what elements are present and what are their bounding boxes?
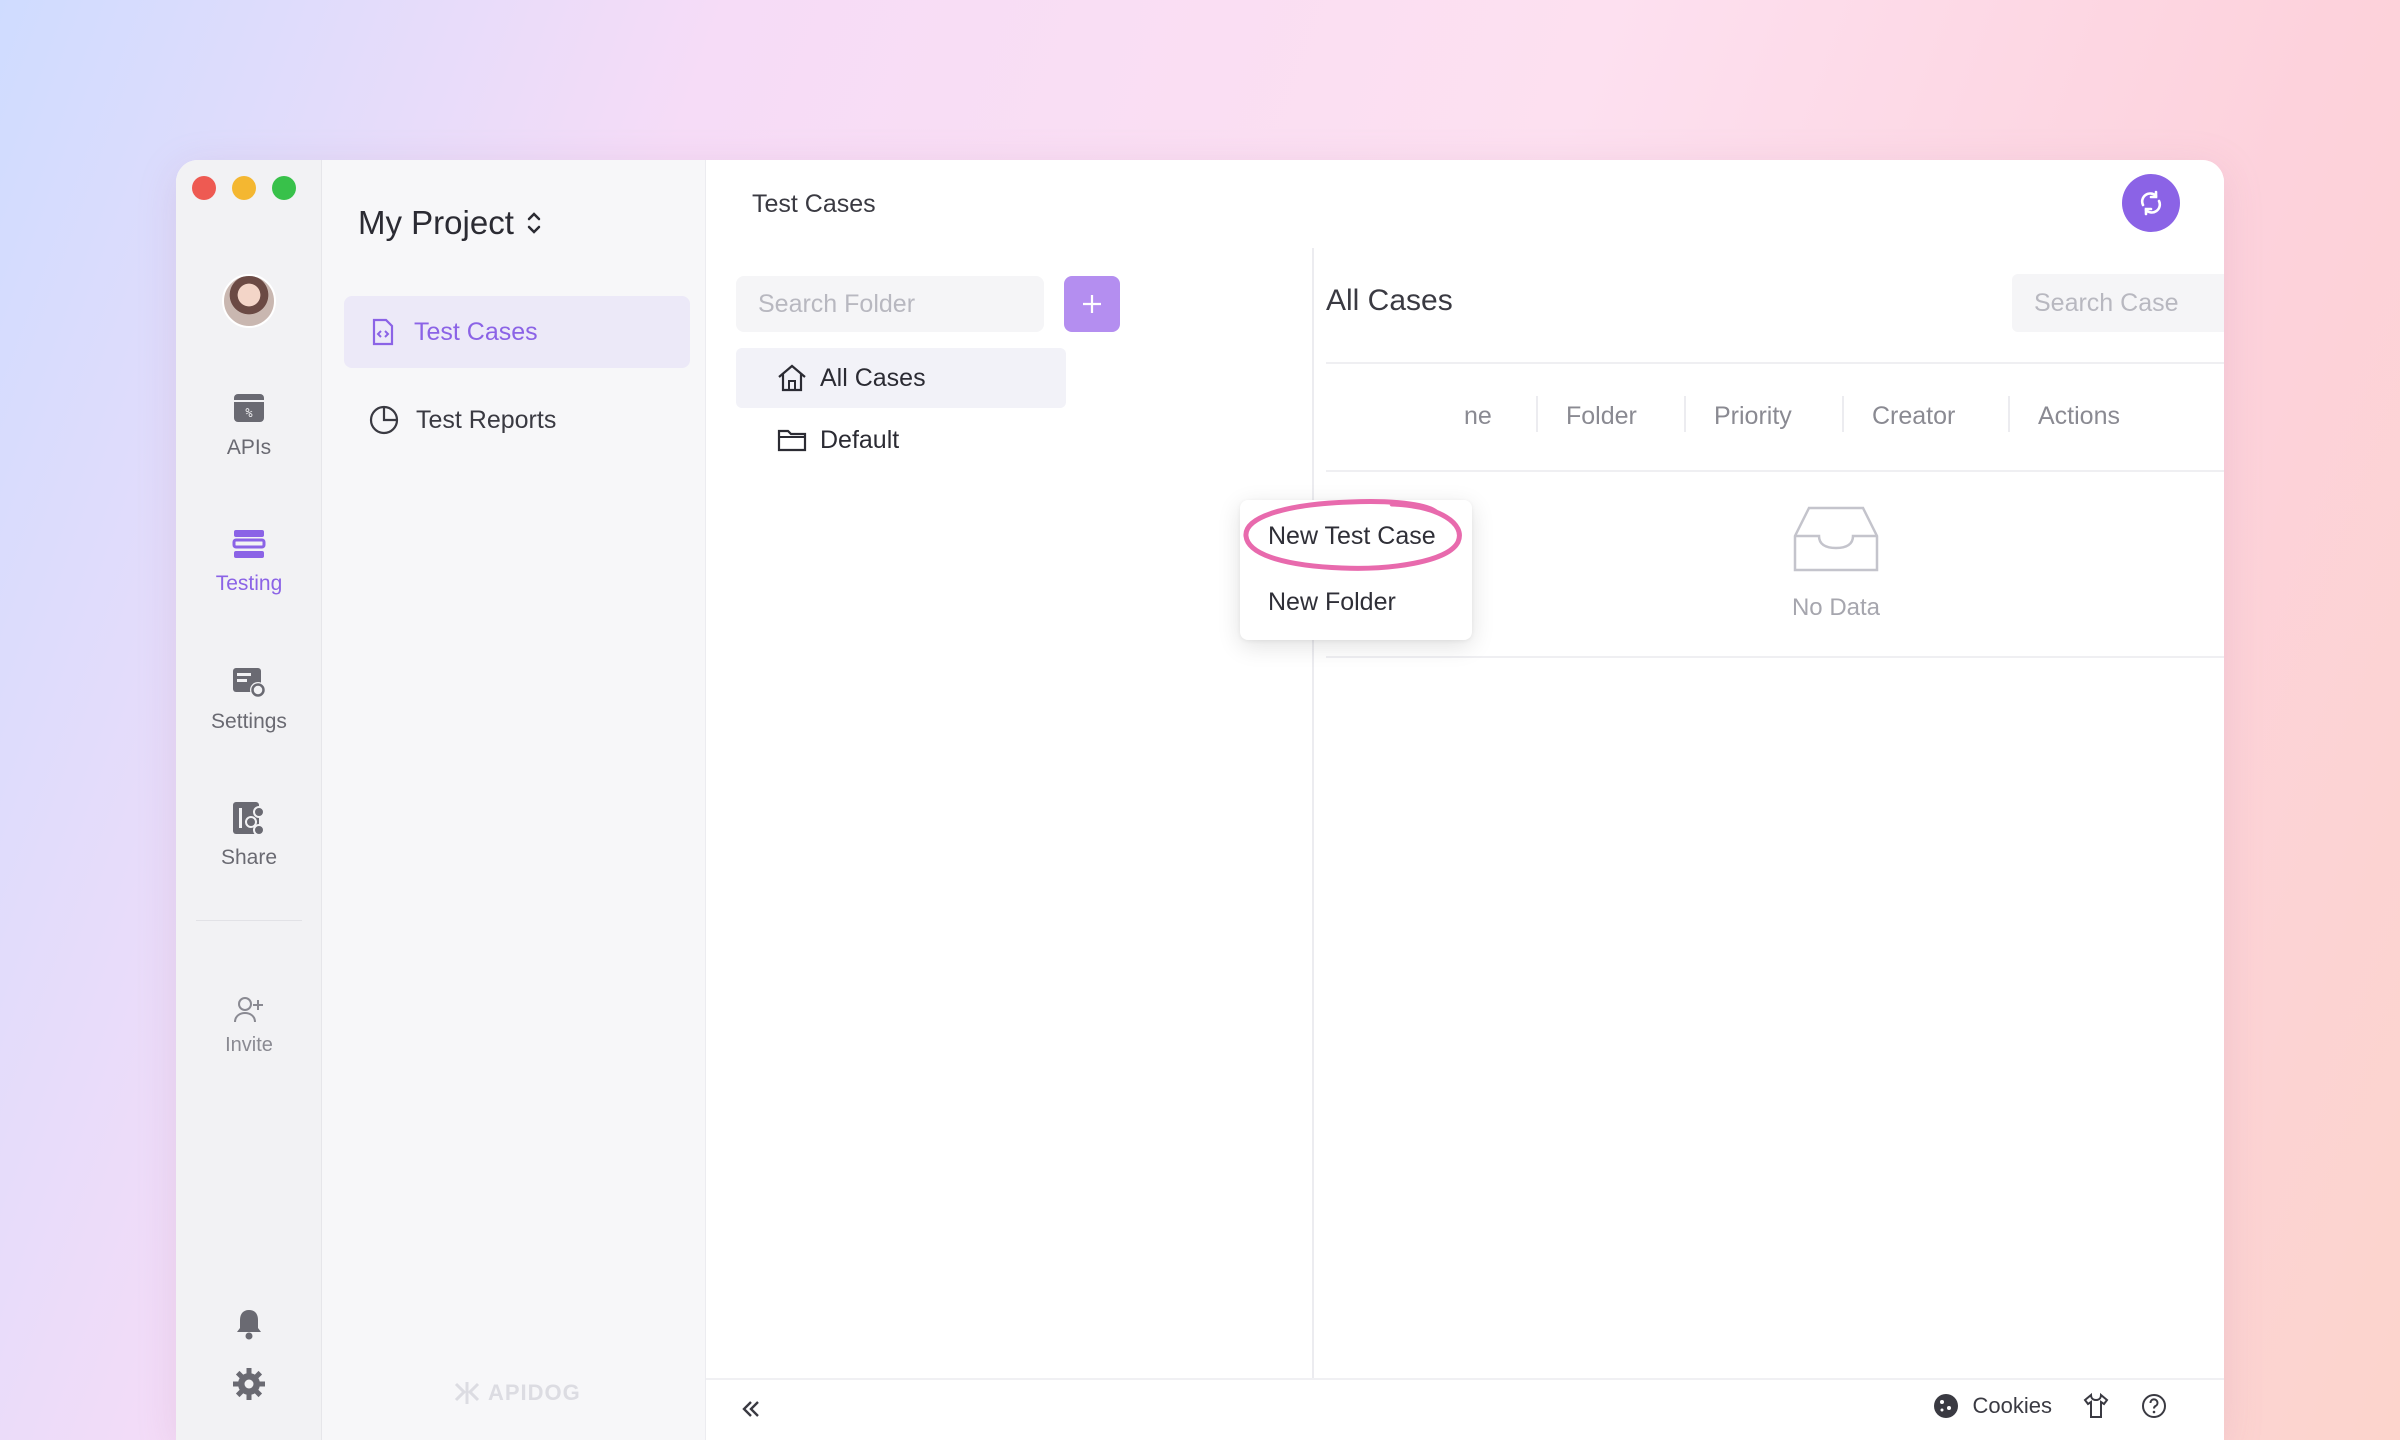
rail-item-share[interactable]: Share [176,800,322,870]
shirt-icon[interactable] [2082,1392,2110,1420]
case-search-input[interactable]: Search Case [2012,274,2224,332]
sync-button[interactable] [2122,174,2180,232]
help-icon[interactable] [2140,1392,2168,1420]
chevron-up-down-icon [527,212,541,234]
rail-divider [196,920,302,921]
avatar[interactable] [222,274,276,328]
column-separator [2008,396,2010,432]
sidebar-item-label: Test Cases [414,317,538,346]
empty-text: No Data [1791,594,1881,621]
rail-item-settings[interactable]: Settings [176,664,322,734]
sidebar-item-test-cases[interactable]: Test Cases [344,296,690,368]
gear-icon[interactable] [231,1366,267,1402]
invite-label: Invite [225,1034,273,1056]
add-user-icon [234,997,263,1023]
rail-item-label: Testing [215,572,283,595]
cookies-label: Cookies [1972,1393,2052,1418]
tree-item-default[interactable]: Default [736,410,1066,470]
project-name: My Project [358,204,514,241]
column-header-priority: Priority [1714,402,1792,430]
project-sidebar: My Project Test Cases Test Reports APIDO… [322,160,706,1440]
svg-text:%: % [245,406,253,420]
page-title: Test Cases [752,190,876,218]
bell-icon[interactable] [231,1306,267,1342]
table-header-divider [1326,470,2224,472]
sync-icon [2140,190,2162,216]
header-divider [1326,362,2224,364]
project-switcher[interactable]: My Project [358,204,542,242]
menu-item-new-test-case[interactable]: New Test Case [1268,522,1436,551]
panel-divider [1312,248,1314,1378]
apidog-watermark: APIDOG [452,1378,581,1408]
close-window-button[interactable] [192,176,216,200]
column-separator [1536,396,1538,432]
minimize-window-button[interactable] [232,176,256,200]
column-header-creator: Creator [1872,402,1956,430]
sidebar-item-label: Test Reports [416,405,557,434]
tree-item-label: All Cases [820,363,926,392]
list-title: All Cases [1326,284,1453,317]
home-icon [778,364,806,392]
empty-state: No Data [1756,504,1916,622]
footer-bar: Cookies [706,1378,2224,1440]
rail-item-testing[interactable]: Testing [176,526,322,596]
tree-item-all-cases[interactable]: All Cases [736,348,1066,408]
sidebar-item-test-reports[interactable]: Test Reports [344,384,690,456]
column-header-name: ne [1464,402,1492,430]
cookies-button[interactable]: Cookies [1933,1393,2052,1419]
menu-item-new-folder[interactable]: New Folder [1268,588,1396,617]
folder-search-placeholder: Search Folder [758,289,916,318]
empty-inbox-icon [1793,506,1879,572]
share-icon [233,802,265,836]
main-panel: Test Cases Search Folder All Cases Defau… [706,160,2224,1440]
apis-icon: % [234,394,264,422]
rail-item-apis[interactable]: % APIs [176,390,322,460]
tree-item-label: Default [820,425,900,454]
folder-icon [777,429,807,452]
maximize-window-button[interactable] [272,176,296,200]
invite-button[interactable]: Invite [176,994,322,1057]
column-separator [1684,396,1686,432]
column-header-actions: Actions [2038,402,2120,430]
test-case-file-icon [372,318,394,346]
settings-icon [233,668,266,698]
add-button[interactable] [1064,276,1120,332]
footer-actions: Cookies [1933,1392,2168,1420]
window-controls [192,176,296,200]
app-window: % APIs Testing Settings Share Invite My … [176,160,2224,1440]
collapse-sidebar-icon[interactable] [736,1394,766,1424]
table-bottom-divider [1326,656,2224,658]
rail-item-label: Share [220,846,278,869]
rail-item-label: APIs [226,436,272,459]
icon-rail: % APIs Testing Settings Share Invite [176,160,322,1440]
pie-chart-icon [369,405,399,435]
cookie-icon [1933,1394,1958,1418]
add-dropdown-menu: New Test Case New Folder [1240,500,1472,640]
watermark-text: APIDOG [488,1380,581,1405]
column-separator [1842,396,1844,432]
folder-search-input[interactable]: Search Folder [736,276,1044,332]
case-search-placeholder: Search Case [2034,288,2179,317]
rail-item-label: Settings [211,710,287,733]
apidog-logo-icon [454,1382,480,1404]
plus-icon [1083,295,1101,313]
column-header-folder: Folder [1566,402,1637,430]
testing-icon [232,530,266,558]
